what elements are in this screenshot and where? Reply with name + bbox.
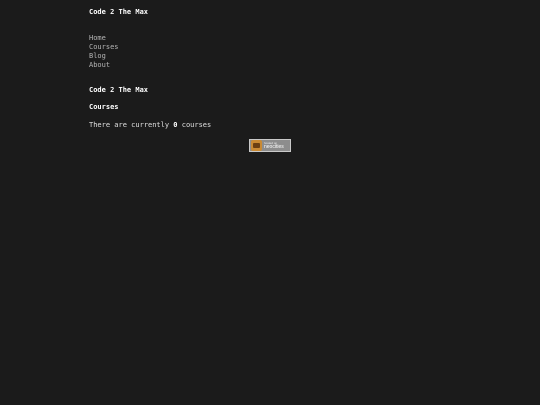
course-count-text: There are currently 0 courses	[89, 121, 211, 129]
page-heading: Courses	[89, 103, 119, 111]
neocities-badge[interactable]: hosted on neocities	[249, 139, 291, 152]
section-title: Code 2 The Max	[89, 86, 149, 94]
site-title: Code 2 The Max	[89, 8, 149, 16]
course-count-prefix: There are currently	[89, 121, 174, 129]
badge-label: neocities	[264, 143, 284, 150]
nav-item-blog[interactable]: Blog	[89, 52, 119, 61]
neocities-cat-icon	[251, 140, 262, 151]
nav-item-about[interactable]: About	[89, 61, 119, 70]
course-count-suffix: courses	[177, 121, 212, 129]
nav-item-home[interactable]: Home	[89, 34, 119, 43]
main-nav: Home Courses Blog About	[89, 34, 119, 70]
badge-text: hosted on neocities	[264, 141, 290, 150]
nav-item-courses[interactable]: Courses	[89, 43, 119, 52]
